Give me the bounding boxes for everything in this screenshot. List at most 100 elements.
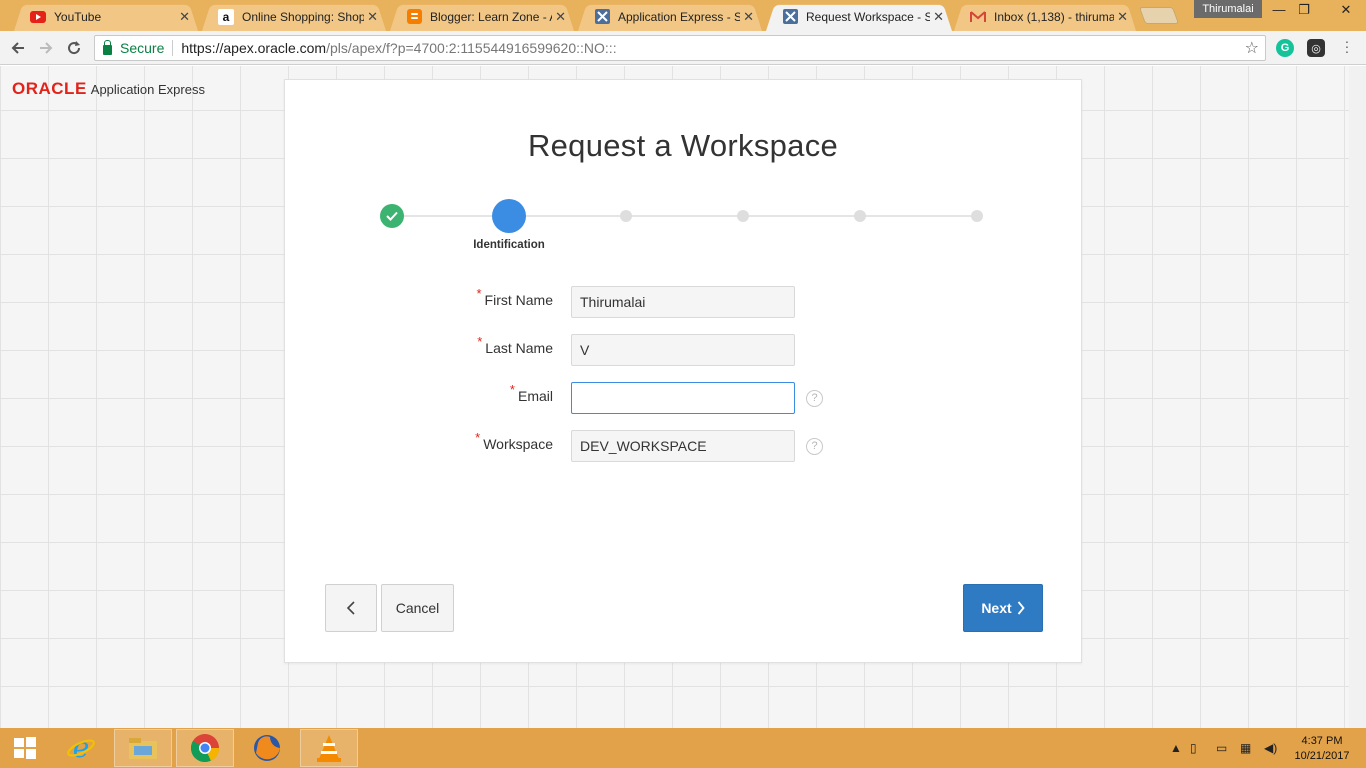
first-name-label-text: First Name bbox=[484, 292, 553, 308]
chevron-left-icon bbox=[346, 601, 355, 615]
cancel-button[interactable]: Cancel bbox=[381, 584, 454, 632]
divider bbox=[172, 40, 174, 56]
progress-track bbox=[392, 215, 977, 217]
tab-title: Inbox (1,138) - thirumal bbox=[994, 9, 1114, 24]
menu-dots-icon[interactable]: · · · bbox=[1344, 34, 1350, 58]
clock-time: 4:37 PM bbox=[1301, 735, 1343, 747]
new-tab-button[interactable] bbox=[1138, 7, 1180, 24]
taskbar-clock[interactable]: 4:37 PM 10/21/2017 bbox=[1290, 734, 1354, 764]
browser-tab-strip: YouTube ✕ a Online Shopping: Shop ✕ Blog… bbox=[0, 0, 1366, 31]
step-pending bbox=[971, 210, 983, 222]
address-bar[interactable]: Secure https://apex.oracle.com/pls/apex/… bbox=[94, 35, 1266, 61]
svg-text:e: e bbox=[73, 733, 90, 763]
step-label: Identification bbox=[473, 239, 545, 251]
bookmark-star-icon[interactable]: ☆ bbox=[1245, 38, 1259, 58]
restore-icon[interactable]: ❐ bbox=[1291, 2, 1317, 18]
show-hidden-icons[interactable]: ▲ bbox=[1170, 741, 1182, 755]
blogger-icon bbox=[406, 9, 422, 25]
windows-start-icon[interactable] bbox=[0, 729, 50, 767]
back-arrow-icon[interactable] bbox=[7, 37, 29, 59]
apex-icon bbox=[782, 9, 798, 25]
workspace-row: * Workspace DEV_WORKSPACE ? bbox=[285, 430, 1081, 464]
logo-brand: ORACLE bbox=[12, 79, 87, 98]
step-current bbox=[492, 199, 526, 233]
required-marker: * bbox=[476, 286, 482, 301]
profile-button[interactable]: Thirumalai bbox=[1194, 0, 1262, 18]
last-name-row: * Last Name V bbox=[285, 334, 1081, 368]
required-marker: * bbox=[509, 382, 515, 397]
tab-title: YouTube bbox=[54, 9, 102, 24]
apex-icon bbox=[594, 9, 610, 25]
first-name-field[interactable]: Thirumalai bbox=[571, 286, 795, 318]
tab-gmail-inbox[interactable]: Inbox (1,138) - thirumal ✕ bbox=[950, 2, 1140, 31]
wizard-progress: Identification bbox=[285, 80, 1081, 260]
tab-amazon[interactable]: a Online Shopping: Shop ✕ bbox=[198, 2, 390, 31]
check-icon bbox=[386, 211, 398, 221]
help-icon[interactable]: ? bbox=[806, 390, 823, 407]
workspace-label: * Workspace bbox=[475, 430, 553, 452]
wizard-card: Request a Workspace Identification * Firs… bbox=[284, 79, 1082, 663]
volume-icon[interactable]: ◀) bbox=[1264, 741, 1277, 755]
youtube-icon bbox=[30, 9, 46, 25]
workspace-field[interactable]: DEV_WORKSPACE bbox=[571, 430, 795, 462]
last-name-label: * Last Name bbox=[477, 334, 553, 356]
previous-button[interactable] bbox=[325, 584, 377, 632]
action-center-icon[interactable]: ▯ bbox=[1190, 741, 1197, 755]
lock-icon bbox=[103, 40, 112, 55]
close-tab-icon[interactable]: ✕ bbox=[555, 9, 566, 25]
tab-application-express[interactable]: Application Express - Si ✕ bbox=[574, 2, 766, 31]
network-icon[interactable]: ▦ bbox=[1240, 741, 1251, 755]
last-name-label-text: Last Name bbox=[485, 340, 553, 356]
tab-title: Online Shopping: Shop bbox=[242, 9, 364, 24]
step-pending bbox=[620, 210, 632, 222]
page-background: ORACLE Application Express Request a Wor… bbox=[0, 66, 1366, 728]
tab-title: Application Express - Si bbox=[618, 9, 740, 24]
extension-icon[interactable]: ◎ bbox=[1307, 39, 1325, 57]
internet-explorer-icon[interactable]: e bbox=[52, 729, 110, 767]
email-field[interactable] bbox=[571, 382, 795, 414]
close-tab-icon[interactable]: ✕ bbox=[1117, 9, 1128, 25]
last-name-field[interactable]: V bbox=[571, 334, 795, 366]
close-tab-icon[interactable]: ✕ bbox=[367, 9, 378, 25]
email-label: * Email bbox=[510, 382, 553, 404]
url-host: https://apex.oracle.com bbox=[181, 40, 327, 56]
next-button-label: Next bbox=[981, 600, 1012, 616]
step-pending bbox=[737, 210, 749, 222]
vlc-icon[interactable] bbox=[300, 729, 358, 767]
next-button[interactable]: Next bbox=[963, 584, 1043, 632]
file-explorer-icon[interactable] bbox=[114, 729, 172, 767]
secure-label: Secure bbox=[120, 40, 165, 56]
first-name-row: * First Name Thirumalai bbox=[285, 286, 1081, 320]
reload-icon[interactable] bbox=[63, 37, 85, 59]
windows-taskbar: e ▲ ▯ ▭ ▦ ◀) 4:37 PM 10/21/2017 bbox=[0, 728, 1366, 768]
firefox-icon[interactable] bbox=[238, 729, 296, 767]
clock-date: 10/21/2017 bbox=[1294, 750, 1350, 762]
workspace-label-text: Workspace bbox=[483, 436, 553, 452]
browser-toolbar: Secure https://apex.oracle.com/pls/apex/… bbox=[0, 31, 1366, 65]
grammarly-icon[interactable]: G bbox=[1276, 39, 1294, 57]
logo-product: Application Express bbox=[90, 82, 205, 97]
close-tab-icon[interactable]: ✕ bbox=[743, 9, 754, 25]
help-icon[interactable]: ? bbox=[806, 438, 823, 455]
oracle-apex-logo[interactable]: ORACLE Application Express bbox=[12, 79, 205, 99]
email-label-text: Email bbox=[517, 388, 553, 404]
email-row: * Email ? bbox=[285, 382, 1081, 416]
power-icon[interactable]: ▭ bbox=[1216, 741, 1227, 755]
minimize-icon[interactable]: — bbox=[1266, 2, 1292, 17]
tab-request-workspace[interactable]: Request Workspace - Se ✕ bbox=[762, 2, 956, 31]
chrome-icon[interactable] bbox=[176, 729, 234, 767]
url-path: /pls/apex/f?p=4700:2:115544916599620::NO… bbox=[326, 40, 617, 56]
tab-blogger[interactable]: Blogger: Learn Zone - A ✕ bbox=[386, 2, 578, 31]
required-marker: * bbox=[475, 430, 481, 445]
forward-arrow-icon[interactable] bbox=[35, 37, 57, 59]
chevron-right-icon bbox=[1017, 601, 1025, 615]
step-complete bbox=[380, 204, 404, 228]
tab-title: Request Workspace - Se bbox=[806, 9, 930, 24]
close-tab-icon[interactable]: ✕ bbox=[933, 9, 944, 25]
close-tab-icon[interactable]: ✕ bbox=[179, 9, 190, 25]
close-window-icon[interactable]: ✕ bbox=[1326, 0, 1366, 20]
tab-title: Blogger: Learn Zone - A bbox=[430, 9, 552, 24]
vertical-scrollbar[interactable] bbox=[1349, 66, 1366, 728]
tab-youtube[interactable]: YouTube ✕ bbox=[10, 2, 202, 31]
amazon-icon: a bbox=[218, 8, 234, 25]
